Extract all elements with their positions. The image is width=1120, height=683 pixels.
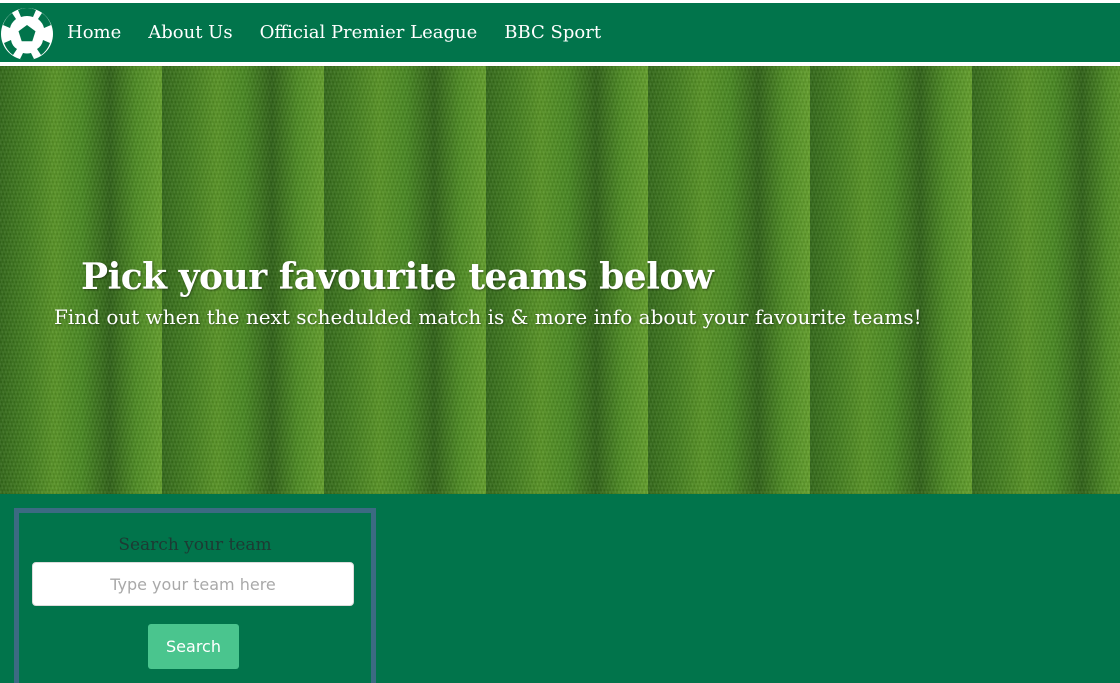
team-search-input[interactable] [32,562,354,606]
search-panel: Search your team Search [14,508,376,683]
nav-about-us-link[interactable]: About Us [148,22,232,43]
nav-home-link[interactable]: Home [67,22,121,43]
nav-premier-league-link[interactable]: Official Premier League [260,22,478,43]
search-heading: Search your team [118,535,272,555]
soccer-ball-icon[interactable] [0,7,56,61]
hero-title: Pick your favourite teams below [81,256,714,298]
nav-bbc-sport-link[interactable]: BBC Sport [504,22,601,43]
nav-links: Home About Us Official Premier League BB… [67,3,601,62]
hero-subtitle: Find out when the next schedulded match … [54,305,922,329]
navbar: Home About Us Official Premier League BB… [0,3,1120,62]
search-button[interactable]: Search [148,624,239,669]
hero-banner: Pick your favourite teams below Find out… [0,66,1120,494]
